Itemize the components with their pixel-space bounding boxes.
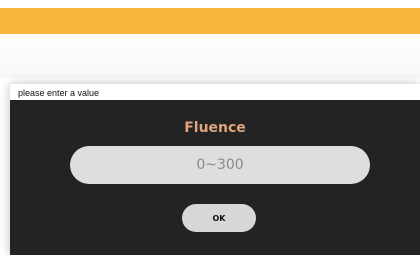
dialog-body: Fluence OK xyxy=(10,100,420,255)
ok-button[interactable]: OK xyxy=(182,204,256,232)
field-label: Fluence xyxy=(184,120,246,136)
background-band xyxy=(0,34,420,78)
value-input[interactable] xyxy=(70,146,370,184)
value-entry-dialog: please enter a value Fluence OK xyxy=(10,84,420,255)
dialog-titlebar: please enter a value xyxy=(10,84,420,100)
top-accent-bar xyxy=(0,8,420,34)
dialog-title: please enter a value xyxy=(18,88,100,98)
